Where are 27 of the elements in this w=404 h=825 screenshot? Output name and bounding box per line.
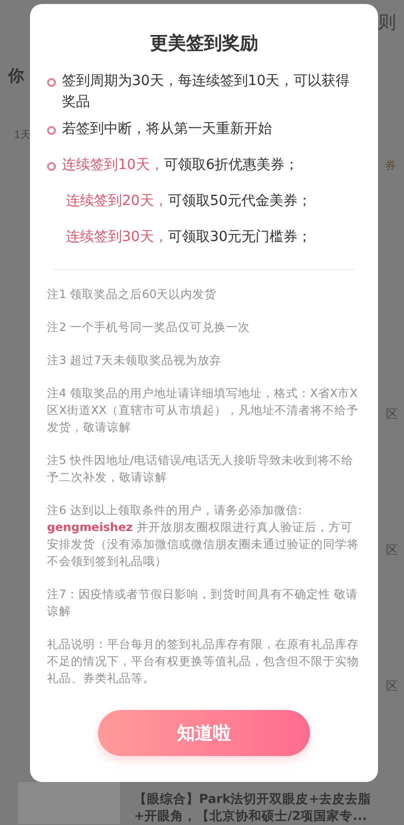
rule-text: 连续签到30天，可领取30元无门槛券； xyxy=(66,228,312,247)
note-text: 注7：因疫情或者节假日影响，到货时间具有不确定性 敬请谅解 xyxy=(47,586,359,620)
area-label: 区 xyxy=(386,678,398,694)
header-text: 则 xyxy=(378,10,396,34)
product-title: +开眼角，【北京协和硕士/2项国家专... xyxy=(134,807,368,824)
greeting-text: 你 xyxy=(8,66,24,85)
rule-text: 签到周期为30天，每连续签到10天，可以获得奖品 xyxy=(62,72,351,112)
note-text: 礼品说明：平台每月的签到礼品库存有限，在原有礼品库存不足的情况下，平台有权更换等值礼品，包含但不限于实物礼品、券类礼品等。 xyxy=(47,636,360,687)
product-title: 【眼综合】Park法切开双眼皮+去皮去脂 xyxy=(134,790,372,807)
rule-text: 连续签到10天，可领取6折优惠美券； xyxy=(62,156,299,175)
confirm-button[interactable]: 知道啦 xyxy=(98,710,310,756)
coupon-label: 券 xyxy=(385,158,396,174)
note-text: 注6 达到以上领取条件的用户，请务必添加微信: gengmeishez 并开放朋友圈权限进行真人验证后，方可安排发货（没有添加微信或微信朋友圈未通过验证的同学将不会领到签到礼品哦） xyxy=(47,502,360,570)
bullet-icon xyxy=(47,162,56,171)
area-label: 区 xyxy=(386,406,398,422)
rule-text: 连续签到20天，可领取50元代金美券； xyxy=(66,192,312,211)
note-text: 注2 一个手机号同一奖品仅可兑换一次 xyxy=(47,319,251,336)
dialog-title: 更美签到奖励 xyxy=(149,32,259,56)
note-text: 注4 领取奖品的用户地址请详细填写地址，格式：X省X市X区X街道XX（直辖市可从市填起），凡地址不清者将不给予发货，敬请谅解 xyxy=(47,385,360,436)
bullet-icon xyxy=(47,78,56,87)
note-text: 注3 超过7天未领取奖品视为放弃 xyxy=(47,352,222,369)
area-label: 区 xyxy=(386,542,398,558)
note-text: 注1 领取奖品之后60天以内发货 xyxy=(47,286,218,303)
note-text: 注5 快件因地址/电话错误/电话无人接听导致未收到将不给予二次补发，敬请谅解 xyxy=(47,452,355,486)
bullet-icon xyxy=(47,126,56,135)
day-label: 1天 xyxy=(14,129,30,143)
rule-text: 若签到中断，将从第一天重新开始 xyxy=(62,120,272,139)
